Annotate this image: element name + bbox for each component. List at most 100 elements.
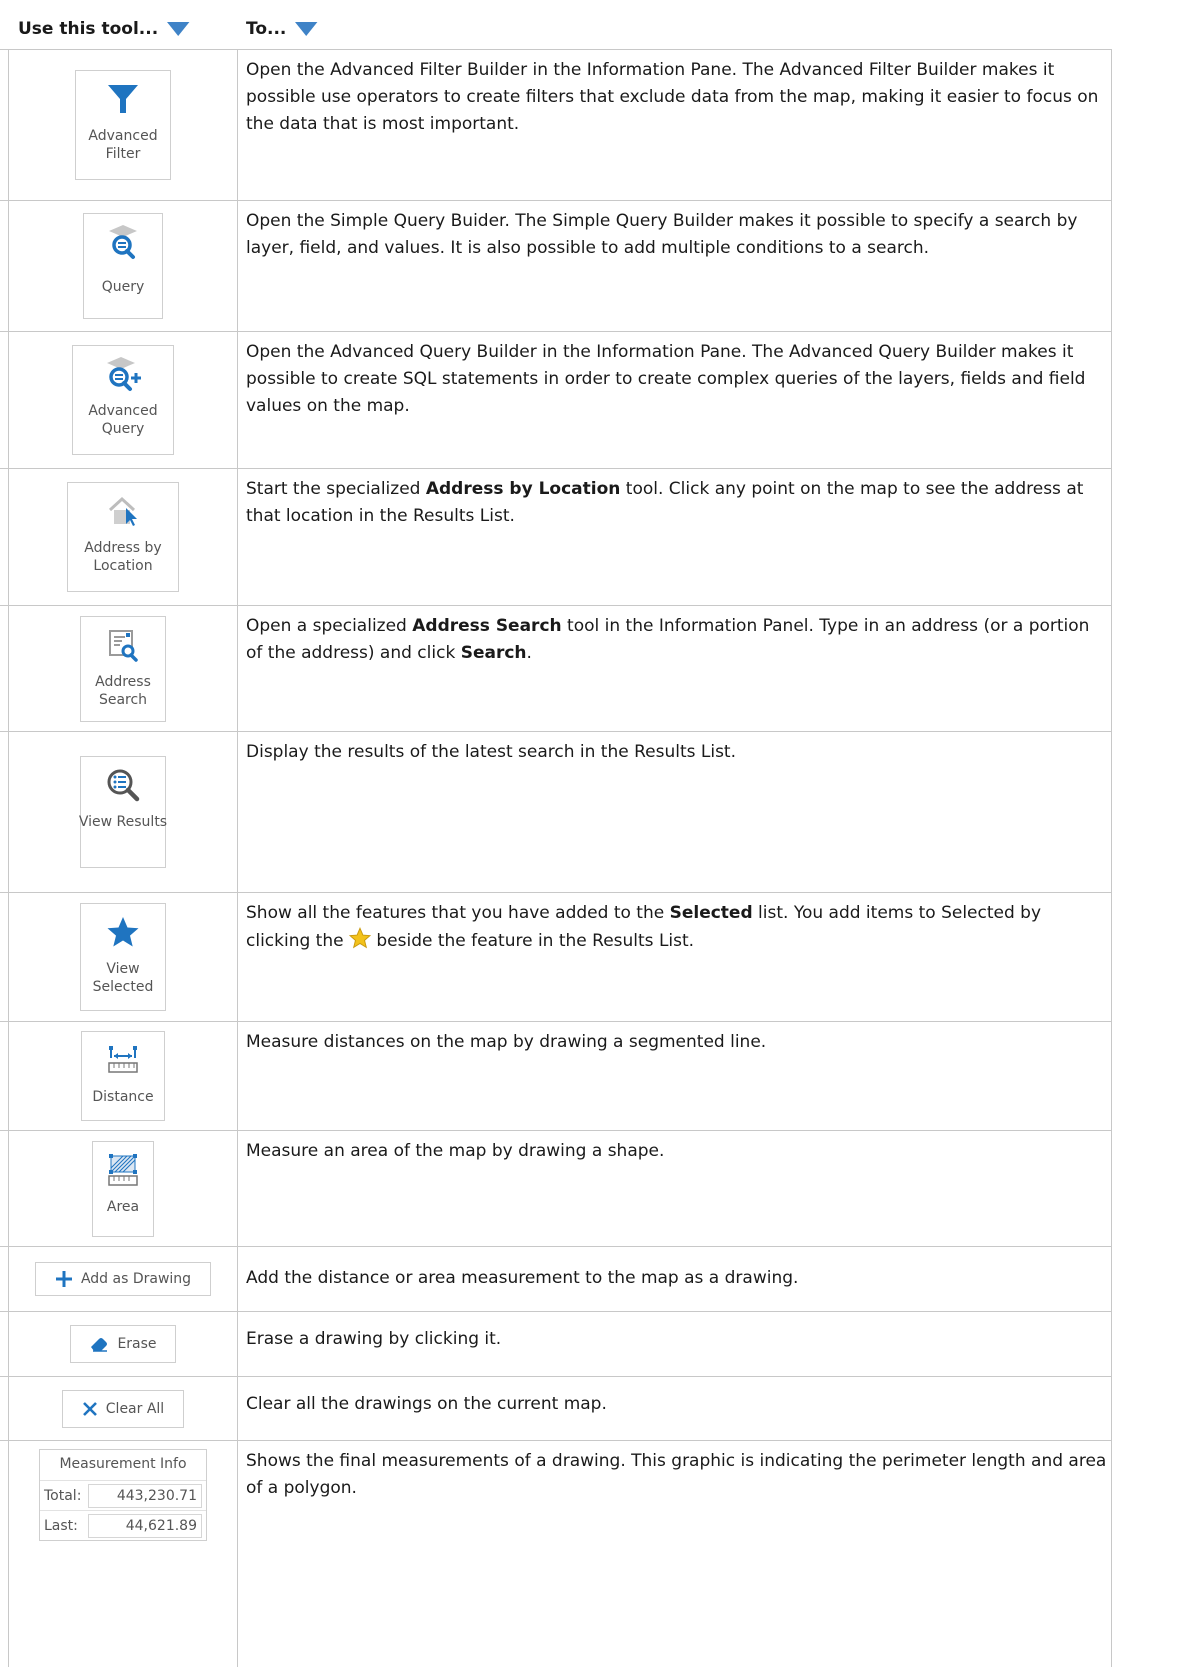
tool-description: Show all the features that you have adde… <box>246 900 1108 955</box>
tool-label: Area <box>106 1198 140 1215</box>
table-row: Advanced Filter Open the Advanced Filter… <box>0 50 1112 201</box>
tool-label: Advanced Query <box>88 403 158 437</box>
header-to-label: To... <box>246 18 287 39</box>
advanced-filter-button[interactable]: Advanced Filter <box>75 70 171 180</box>
tool-cell: Measurement Info Total: 443,230.71 Last:… <box>9 1441 237 1541</box>
tool-label: Clear All <box>105 1400 165 1417</box>
description-text: . <box>526 643 532 663</box>
description-bold: Search <box>460 643 527 663</box>
header-to[interactable]: To... <box>246 8 327 49</box>
tool-description: Open a specialized Address Search tool i… <box>246 613 1108 667</box>
tool-label: View Selected <box>92 961 154 995</box>
clear-all-button[interactable]: Clear All <box>62 1389 184 1428</box>
tool-cell: Clear All <box>9 1377 237 1440</box>
tool-description: Add the distance or area measurement to … <box>246 1268 799 1288</box>
address-search-button[interactable]: Address Search <box>80 615 166 722</box>
star-icon <box>348 927 372 949</box>
description-bold: Address Search <box>412 616 562 636</box>
last-label: Last: <box>44 1517 78 1534</box>
view-selected-button[interactable]: View Selected <box>80 903 166 1011</box>
tool-description: Open the Simple Query Buider. The Simple… <box>246 211 1078 258</box>
eraser-icon <box>91 1338 108 1352</box>
tool-description: Erase a drawing by clicking it. <box>246 1329 502 1349</box>
tool-description: Open the Advanced Filter Builder in the … <box>246 60 1099 134</box>
address-by-location-button[interactable]: Address by Location <box>67 482 179 592</box>
tool-cell: Advanced Query <box>9 332 237 468</box>
address-search-icon <box>101 623 145 667</box>
tool-cell: Area <box>9 1131 237 1246</box>
area-button[interactable]: Area <box>92 1140 154 1237</box>
header-tool-label: Use this tool... <box>18 18 159 39</box>
tool-cell: Erase <box>9 1312 237 1376</box>
description-text: beside the feature in the Results List. <box>370 931 695 951</box>
advanced-query-button[interactable]: Advanced Query <box>72 345 174 455</box>
description-bold: Address by Location <box>425 479 621 499</box>
tool-label: View Results <box>78 814 168 830</box>
measurement-last-row: Last: 44,621.89 <box>40 1511 206 1540</box>
star-icon <box>101 910 145 954</box>
address-by-location-icon <box>101 489 145 533</box>
tool-cell: View Selected <box>9 893 237 1021</box>
table-header: Use this tool... To... <box>0 8 1112 50</box>
table-row: Query Open the Simple Query Buider. The … <box>0 201 1112 332</box>
tool-cell: Query <box>9 201 237 331</box>
tool-description: Measure distances on the map by drawing … <box>246 1032 767 1052</box>
header-tool[interactable]: Use this tool... <box>18 8 199 49</box>
tool-cell: Advanced Filter <box>9 50 237 200</box>
advanced-query-icon <box>101 352 145 396</box>
tool-description: Measure an area of the map by drawing a … <box>246 1141 665 1161</box>
distance-icon <box>101 1038 145 1082</box>
distance-button[interactable]: Distance <box>81 1031 165 1121</box>
table-row: View Results Display the results of the … <box>0 732 1112 893</box>
view-results-button[interactable]: View Results <box>78 756 168 868</box>
erase-button[interactable]: Erase <box>70 1325 176 1363</box>
view-results-icon <box>101 763 145 807</box>
total-value: 443,230.71 <box>88 1483 202 1508</box>
plus-icon <box>55 1271 72 1287</box>
table-row: View Selected Show all the features that… <box>0 893 1112 1022</box>
tool-label: Address Search <box>95 673 151 708</box>
table-row: Advanced Query Open the Advanced Query B… <box>0 332 1112 469</box>
close-icon <box>82 1401 97 1416</box>
tool-label: Query <box>101 279 145 295</box>
table-row: Address by Location Start the specialize… <box>0 469 1112 606</box>
description-text: Start the specialized <box>246 479 426 499</box>
last-value: 44,621.89 <box>88 1513 202 1538</box>
tool-description: Start the specialized Address by Locatio… <box>246 476 1108 530</box>
tool-cell: View Results <box>9 732 237 892</box>
tool-label: Advanced Filter <box>88 128 158 162</box>
table-row: Measurement Info Total: 443,230.71 Last:… <box>0 1441 1112 1667</box>
sort-arrow-icon[interactable] <box>167 21 190 36</box>
table-row: Clear All Clear all the drawings on the … <box>0 1377 1112 1441</box>
table-row: Distance Measure distances on the map by… <box>0 1022 1112 1131</box>
sort-arrow-icon[interactable] <box>295 21 318 36</box>
description-text: Open a specialized <box>246 616 413 636</box>
tool-description: Display the results of the latest search… <box>246 742 736 762</box>
filter-icon <box>101 77 145 121</box>
tool-label: Address by Location <box>84 540 162 574</box>
description-text: Show all the features that you have adde… <box>246 903 670 923</box>
tool-description: Open the Advanced Query Builder in the I… <box>246 342 1086 416</box>
tool-cell: Add as Drawing <box>9 1247 237 1311</box>
measurement-info-title: Measurement Info <box>40 1450 206 1481</box>
measurement-total-row: Total: 443,230.71 <box>40 1481 206 1511</box>
tool-label: Erase <box>117 1336 157 1352</box>
query-icon <box>101 220 145 264</box>
tool-label: Distance <box>92 1089 154 1105</box>
tool-cell: Address by Location <box>9 469 237 605</box>
description-bold: Selected <box>669 903 753 923</box>
tool-description: Clear all the drawings on the current ma… <box>246 1394 607 1414</box>
query-button[interactable]: Query <box>83 213 163 319</box>
area-icon <box>101 1148 145 1192</box>
total-label: Total: <box>44 1487 82 1504</box>
tool-label: Add as Drawing <box>80 1271 192 1287</box>
measurement-info-panel: Measurement Info Total: 443,230.71 Last:… <box>39 1449 207 1541</box>
add-as-drawing-button[interactable]: Add as Drawing <box>35 1262 211 1296</box>
tool-cell: Distance <box>9 1022 237 1130</box>
table-row: Address Search Open a specialized Addres… <box>0 606 1112 732</box>
tool-cell: Address Search <box>9 606 237 731</box>
table-row: Area Measure an area of the map by drawi… <box>0 1131 1112 1247</box>
tools-table: Use this tool... To... Advanced Filter O… <box>0 8 1112 1667</box>
tool-description: Shows the final measurements of a drawin… <box>246 1451 1107 1498</box>
table-row: Add as Drawing Add the distance or area … <box>0 1247 1112 1312</box>
